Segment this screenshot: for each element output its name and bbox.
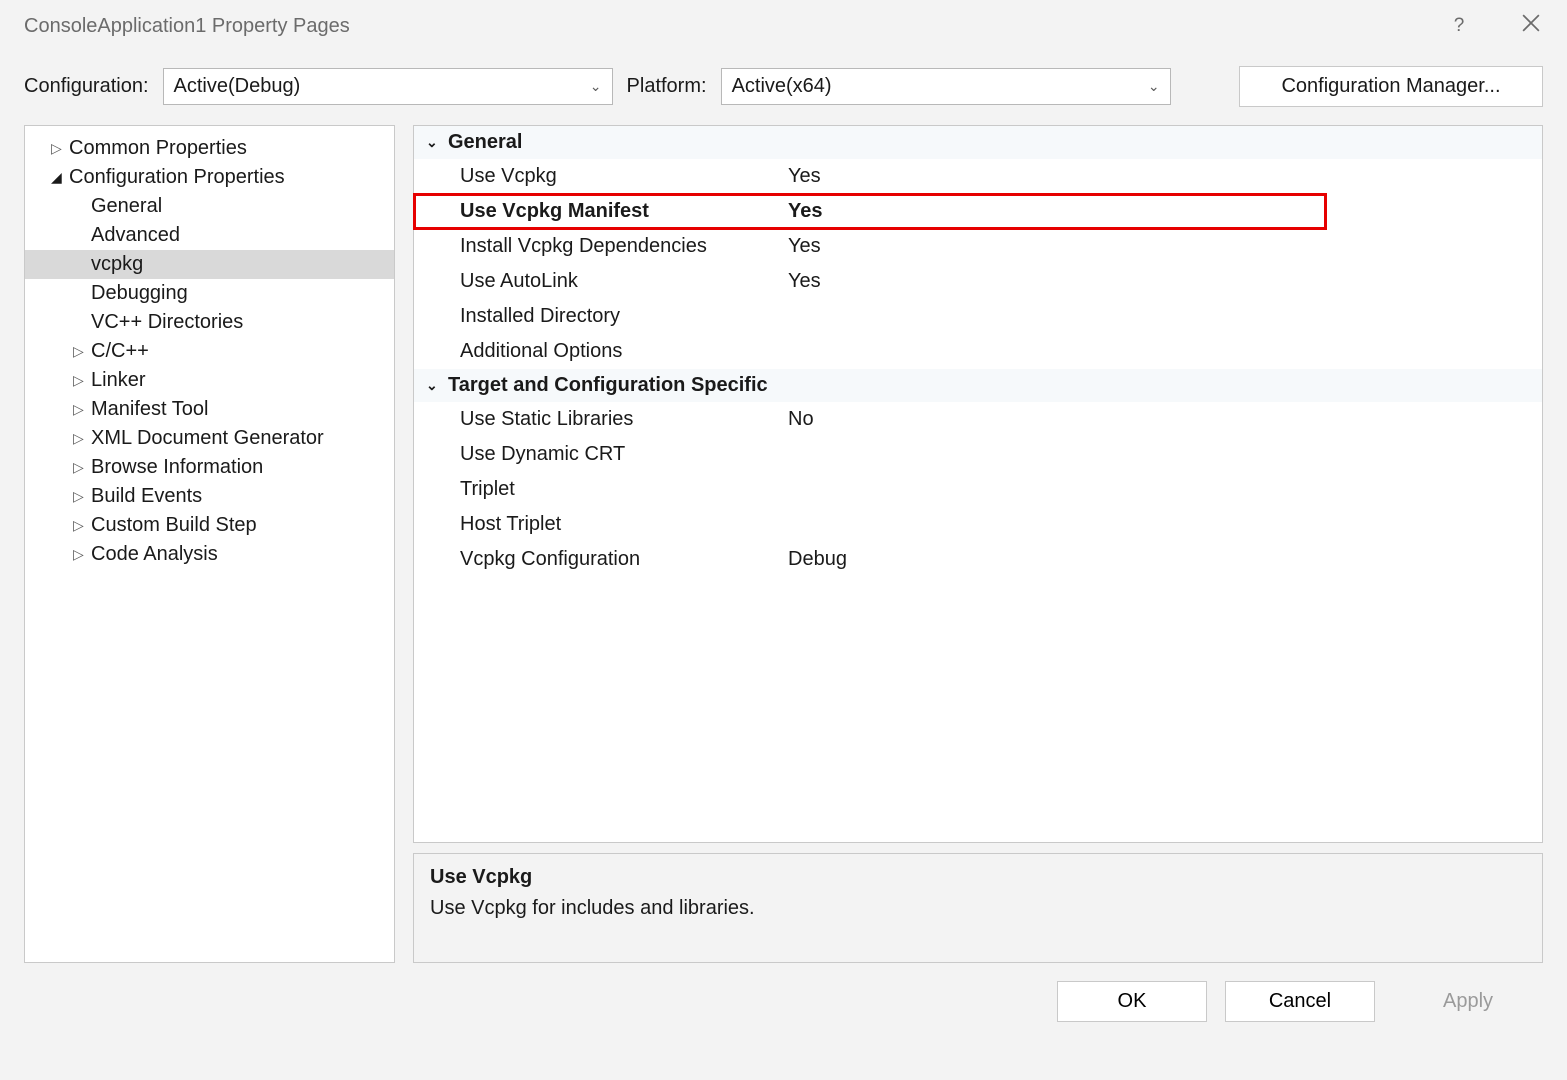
property-grid: ⌄General Use VcpkgYes Use Vcpkg Manifest… [413,125,1543,843]
tree-configuration-properties[interactable]: ◢Configuration Properties [25,163,394,192]
prop-use-static-libraries[interactable]: Use Static LibrariesNo [414,402,1542,437]
tree-c-cpp[interactable]: ▷C/C++ [25,337,394,366]
tree-common-properties[interactable]: ▷Common Properties [25,134,394,163]
property-tree: ▷Common Properties ◢Configuration Proper… [24,125,395,963]
platform-label: Platform: [627,75,707,98]
prop-use-dynamic-crt[interactable]: Use Dynamic CRT [414,437,1542,472]
tree-build-events[interactable]: ▷Build Events [25,482,394,511]
window-title: ConsoleApplication1 Property Pages [24,15,350,38]
tree-manifest-tool[interactable]: ▷Manifest Tool [25,395,394,424]
group-target-config[interactable]: ⌄Target and Configuration Specific [414,369,1542,402]
platform-select[interactable]: Active(x64) ⌄ [721,68,1171,105]
tree-vc-directories[interactable]: ▷VC++ Directories [25,308,394,337]
tree-debugging[interactable]: ▷Debugging [25,279,394,308]
tree-code-analysis[interactable]: ▷Code Analysis [25,540,394,569]
tree-advanced[interactable]: ▷Advanced [25,221,394,250]
apply-button[interactable]: Apply [1393,981,1543,1022]
description-text: Use Vcpkg for includes and libraries. [430,897,1526,920]
prop-vcpkg-configuration[interactable]: Vcpkg ConfigurationDebug [414,542,1542,577]
prop-triplet[interactable]: Triplet [414,472,1542,507]
prop-use-vcpkg[interactable]: Use VcpkgYes [414,159,1542,194]
description-panel: Use Vcpkg Use Vcpkg for includes and lib… [413,853,1543,963]
dialog-footer: OK Cancel Apply [0,963,1567,1040]
platform-value: Active(x64) [732,75,832,98]
configuration-select[interactable]: Active(Debug) ⌄ [163,68,613,105]
tree-general[interactable]: ▷General [25,192,394,221]
help-icon[interactable]: ? [1447,15,1471,37]
tree-linker[interactable]: ▷Linker [25,366,394,395]
tree-browse-information[interactable]: ▷Browse Information [25,453,394,482]
configuration-value: Active(Debug) [174,75,301,98]
prop-host-triplet[interactable]: Host Triplet [414,507,1542,542]
configuration-manager-button[interactable]: Configuration Manager... [1239,66,1543,107]
title-bar: ConsoleApplication1 Property Pages ? [0,0,1567,48]
close-icon[interactable] [1519,14,1543,38]
prop-use-vcpkg-manifest[interactable]: Use Vcpkg ManifestYes [414,194,1326,229]
tree-vcpkg[interactable]: ▷vcpkg [25,250,394,279]
chevron-down-icon: ⌄ [1148,78,1160,95]
prop-install-vcpkg-deps[interactable]: Install Vcpkg DependenciesYes [414,229,1542,264]
prop-installed-directory[interactable]: Installed Directory [414,299,1542,334]
cancel-button[interactable]: Cancel [1225,981,1375,1022]
ok-button[interactable]: OK [1057,981,1207,1022]
prop-use-autolink[interactable]: Use AutoLinkYes [414,264,1542,299]
group-general[interactable]: ⌄General [414,126,1542,159]
tree-custom-build-step[interactable]: ▷Custom Build Step [25,511,394,540]
config-toolbar: Configuration: Active(Debug) ⌄ Platform:… [0,48,1567,125]
description-title: Use Vcpkg [430,866,1526,889]
prop-additional-options[interactable]: Additional Options [414,334,1542,369]
configuration-label: Configuration: [24,75,149,98]
tree-xml-doc-generator[interactable]: ▷XML Document Generator [25,424,394,453]
chevron-down-icon: ⌄ [590,78,602,95]
